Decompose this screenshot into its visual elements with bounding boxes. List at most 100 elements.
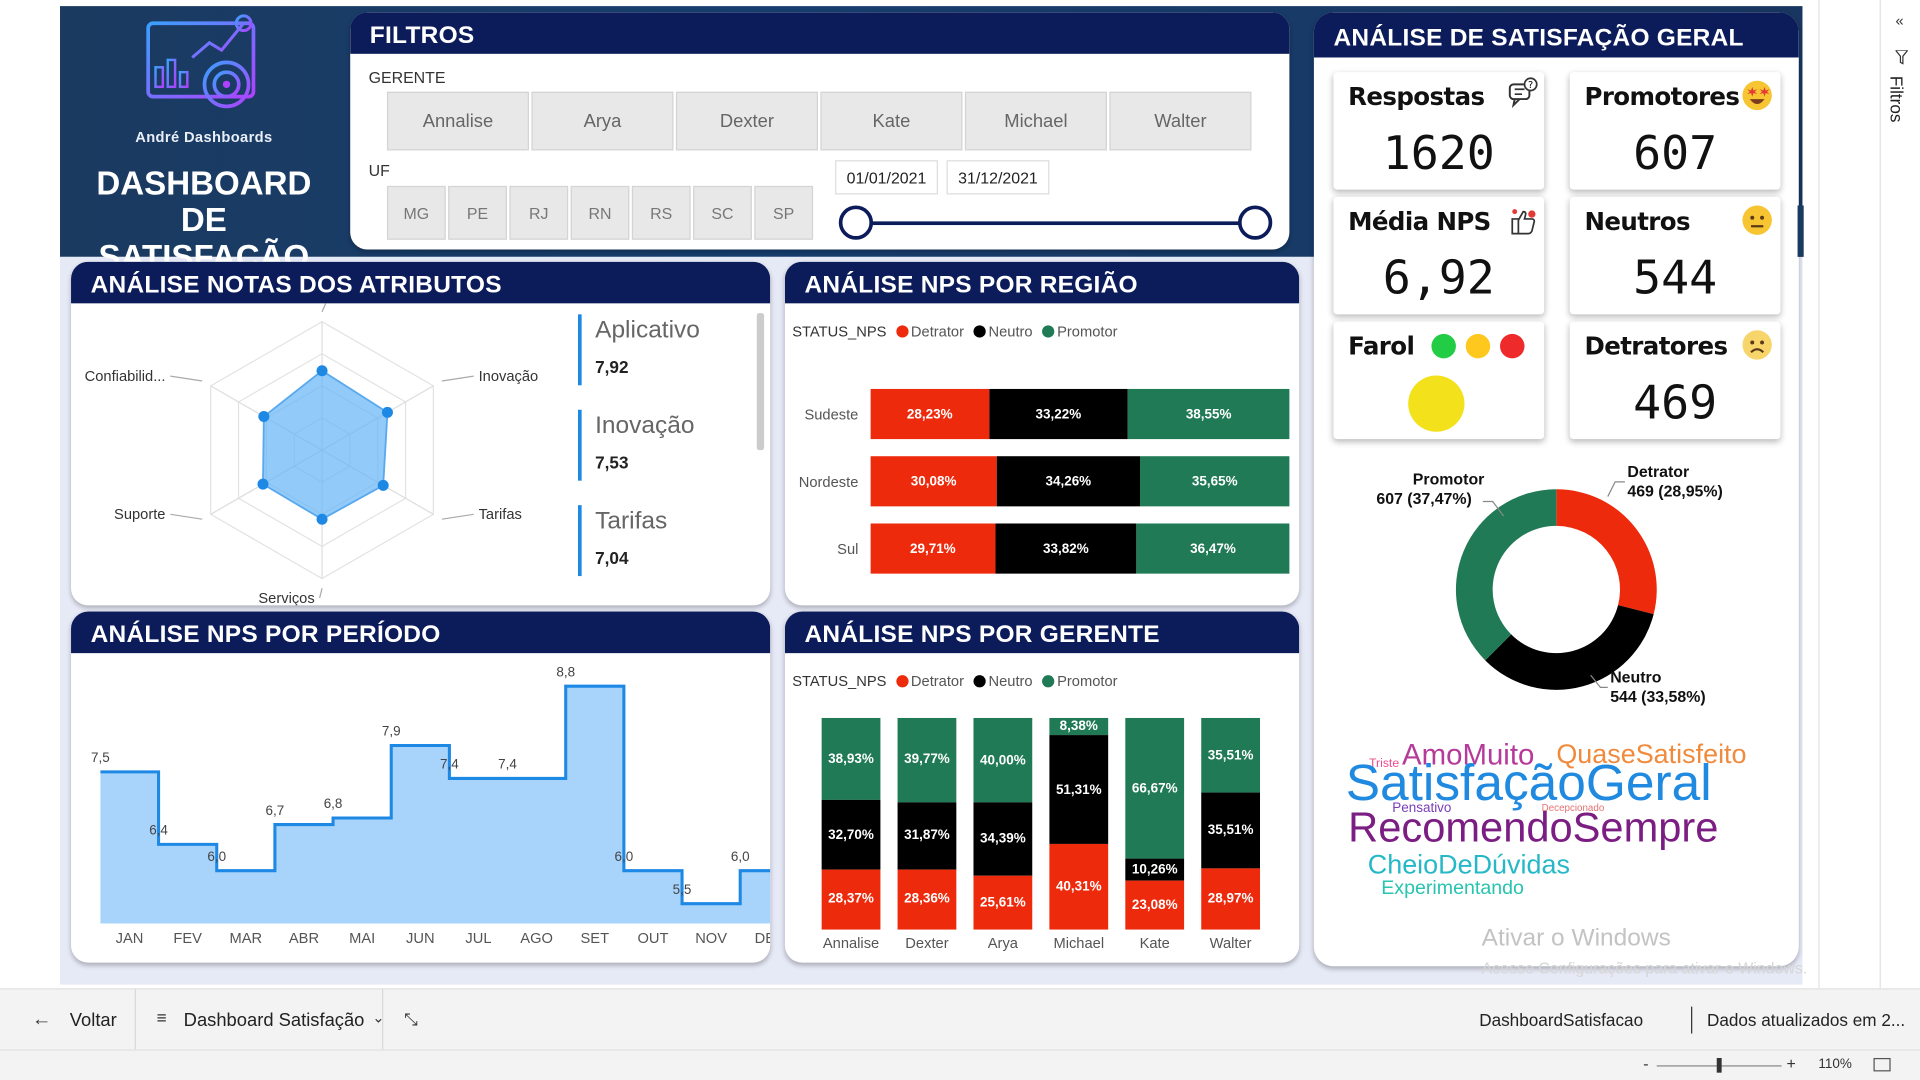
- zoom-slider-handle[interactable]: [1716, 1057, 1722, 1073]
- pages-list-icon[interactable]: ≡: [157, 1008, 167, 1028]
- region-sul-detrator-bar: 29,71%: [870, 523, 996, 574]
- uf-option-sp[interactable]: SP: [754, 185, 814, 240]
- star-eyes-emoji-icon: [1741, 80, 1773, 118]
- page-title: DASHBOARD DE SATISFAÇÃO: [72, 165, 335, 275]
- period-value-label-1: 6,4: [149, 823, 168, 838]
- kpi-respostas-label: Respostas: [1348, 81, 1485, 112]
- region-nordeste-promotor-bar: 35,65%: [1140, 456, 1290, 507]
- region-card: ANÁLISE NPS POR REGIÃO STATUS_NPS Detrato…: [784, 261, 1300, 606]
- page-title-line1: DASHBOARD: [96, 165, 312, 202]
- uf-option-rn[interactable]: RN: [570, 185, 630, 240]
- region-label-nordeste: Nordeste: [798, 473, 859, 491]
- zoom-in-button[interactable]: +: [1787, 1054, 1796, 1072]
- back-button[interactable]: Voltar: [70, 1010, 117, 1031]
- radar-label-5: Confiabilid...: [85, 369, 166, 385]
- date-slider-start-handle[interactable]: [838, 205, 874, 240]
- radar-leader-0: [321, 303, 327, 313]
- uf-option-rj[interactable]: RJ: [509, 185, 569, 240]
- manager-option-kate[interactable]: Kate: [820, 91, 963, 151]
- zoom-out-button[interactable]: -: [1643, 1054, 1648, 1072]
- region-label-sudeste: Sudeste: [804, 406, 859, 424]
- donut-detrator-slice: [1556, 489, 1657, 615]
- kpi-promotores-label: Promotores: [1584, 81, 1740, 112]
- word-cloud: AmoMuito QuaseSatisfeito Triste SatisfaçãoG…: [1314, 739, 1799, 923]
- manager-option-arya[interactable]: Arya: [531, 91, 674, 151]
- uf-option-pe[interactable]: PE: [448, 185, 507, 240]
- kpi-farol: Farol: [1333, 321, 1545, 440]
- collapse-pane-icon[interactable]: «: [1896, 12, 1904, 29]
- manager-kate-detrator-bar: 23,08%: [1125, 880, 1185, 930]
- donut-neutro-value: 544 (33,58%): [1610, 689, 1705, 706]
- period-month-label-3: ABR: [289, 931, 319, 947]
- manager-dexter-detrator-bar: 28,36%: [897, 869, 957, 930]
- page-selector[interactable]: Dashboard Satisfação: [184, 1010, 365, 1031]
- manager-kate-promotor-bar: 66,67%: [1125, 717, 1185, 859]
- manager-option-dexter[interactable]: Dexter: [675, 91, 818, 151]
- date-end-input[interactable]: 31/12/2021: [946, 160, 1050, 195]
- radar-leader-1: [441, 375, 474, 382]
- manager-michael-neutro-bar: 51,31%: [1049, 735, 1109, 845]
- manager-option-michael[interactable]: Michael: [964, 91, 1107, 151]
- period-month-label-1: FEV: [173, 931, 202, 947]
- manager-walter-detrator-bar: 28,97%: [1201, 868, 1261, 930]
- collapse-arrows-icon[interactable]: ⤡: [404, 1009, 418, 1030]
- arrow-left-icon[interactable]: ←: [32, 1009, 52, 1031]
- manager-kate-neutro-bar: 10,26%: [1125, 858, 1185, 881]
- uf-option-sc[interactable]: SC: [693, 185, 752, 240]
- date-slider-end-handle[interactable]: [1237, 205, 1273, 240]
- traffic-light-yellow: [1465, 333, 1491, 359]
- period-month-label-6: JUL: [465, 931, 491, 947]
- activation-watermark-title: Ativar o Windows: [1481, 924, 1671, 952]
- manager-legend-dot-0: [896, 675, 909, 688]
- region-legend: STATUS_NPS Detrator Neutro Promotor: [792, 323, 1117, 340]
- kpi-respostas: Respostas 1620 ?: [1333, 72, 1545, 190]
- period-title: ANÁLISE NPS POR PERÍODO: [71, 611, 771, 654]
- period-value-label-4: 6,8: [324, 796, 343, 811]
- kpi-promotores-value: 607: [1633, 125, 1718, 180]
- activation-watermark-text: Acesse Configurações para ativar o Windo…: [1481, 958, 1808, 978]
- period-month-label-5: JUN: [406, 931, 435, 947]
- general-card: ANÁLISE DE SATISFAÇÃO GERAL Respostas 16…: [1313, 12, 1799, 967]
- manager-walter-neutro-bar: 35,51%: [1201, 793, 1261, 869]
- manager-annalise-promotor-bar: 38,93%: [821, 717, 881, 801]
- radar-label-4: Suporte: [114, 507, 165, 523]
- radar-label-2: Tarifas: [479, 507, 522, 523]
- kpi-respostas-value: 1620: [1382, 125, 1495, 180]
- filters-pane[interactable]: « Filtros: [1879, 0, 1920, 989]
- date-start-input[interactable]: 01/01/2021: [835, 160, 938, 195]
- region-legend-label-1: Neutro: [988, 322, 1033, 341]
- uf-option-rs[interactable]: RS: [631, 185, 691, 240]
- donut-detrator-name: Detrator: [1627, 464, 1689, 481]
- radar-leader-4: [170, 513, 203, 520]
- manager-option-annalise[interactable]: Annalise: [386, 91, 529, 151]
- canvas-scrollbar-thumb[interactable]: [1797, 205, 1804, 257]
- region-legend-dot-2: [1042, 325, 1055, 338]
- period-value-label-0: 7,5: [91, 750, 110, 765]
- attributes-radar-chart: AplicativoInovaçãoTarifasServiçosSuporte…: [85, 303, 538, 605]
- manager-annalise-detrator-bar: 28,37%: [821, 869, 881, 930]
- fit-to-page-icon[interactable]: [1873, 1057, 1891, 1072]
- period-value-label-5: 7,9: [382, 724, 401, 739]
- manager-legend: STATUS_NPS Detrator Neutro Promotor: [792, 673, 1117, 690]
- attributes-scrollbar[interactable]: [756, 313, 765, 451]
- zoom-level: 110%: [1818, 1056, 1852, 1072]
- region-legend-label-0: Detrator: [910, 322, 965, 341]
- region-sudeste-promotor-bar: 38,55%: [1127, 388, 1290, 440]
- radar-point-4: [257, 478, 269, 490]
- uf-option-mg[interactable]: MG: [386, 185, 446, 240]
- manager-arya-promotor-bar: 40,00%: [973, 717, 1033, 803]
- kpi-media-value: 6,92: [1382, 250, 1495, 305]
- manager-slicer-label: GERENTE: [368, 68, 446, 87]
- manager-michael-promotor-bar: 8,38%: [1049, 717, 1109, 736]
- attr-card-bar-2: [577, 505, 582, 577]
- nps-donut-chart: Promotor 607 (37,47%) Detrator 469 (28,95%)…: [1376, 464, 1722, 706]
- manager-legend-dot-1: [973, 675, 987, 688]
- attr-card-value-2: 7,04: [595, 547, 629, 568]
- attributes-title: ANÁLISE NOTAS DOS ATRIBUTOS: [71, 261, 771, 304]
- region-nordeste-neutro-bar: 34,26%: [996, 456, 1141, 507]
- region-sul-neutro-bar: 33,82%: [995, 523, 1137, 574]
- traffic-light-red: [1500, 333, 1525, 359]
- region-legend-dot-0: [896, 325, 909, 338]
- manager-option-walter[interactable]: Walter: [1109, 91, 1252, 151]
- manager-dexter-neutro-bar: 31,87%: [897, 802, 957, 870]
